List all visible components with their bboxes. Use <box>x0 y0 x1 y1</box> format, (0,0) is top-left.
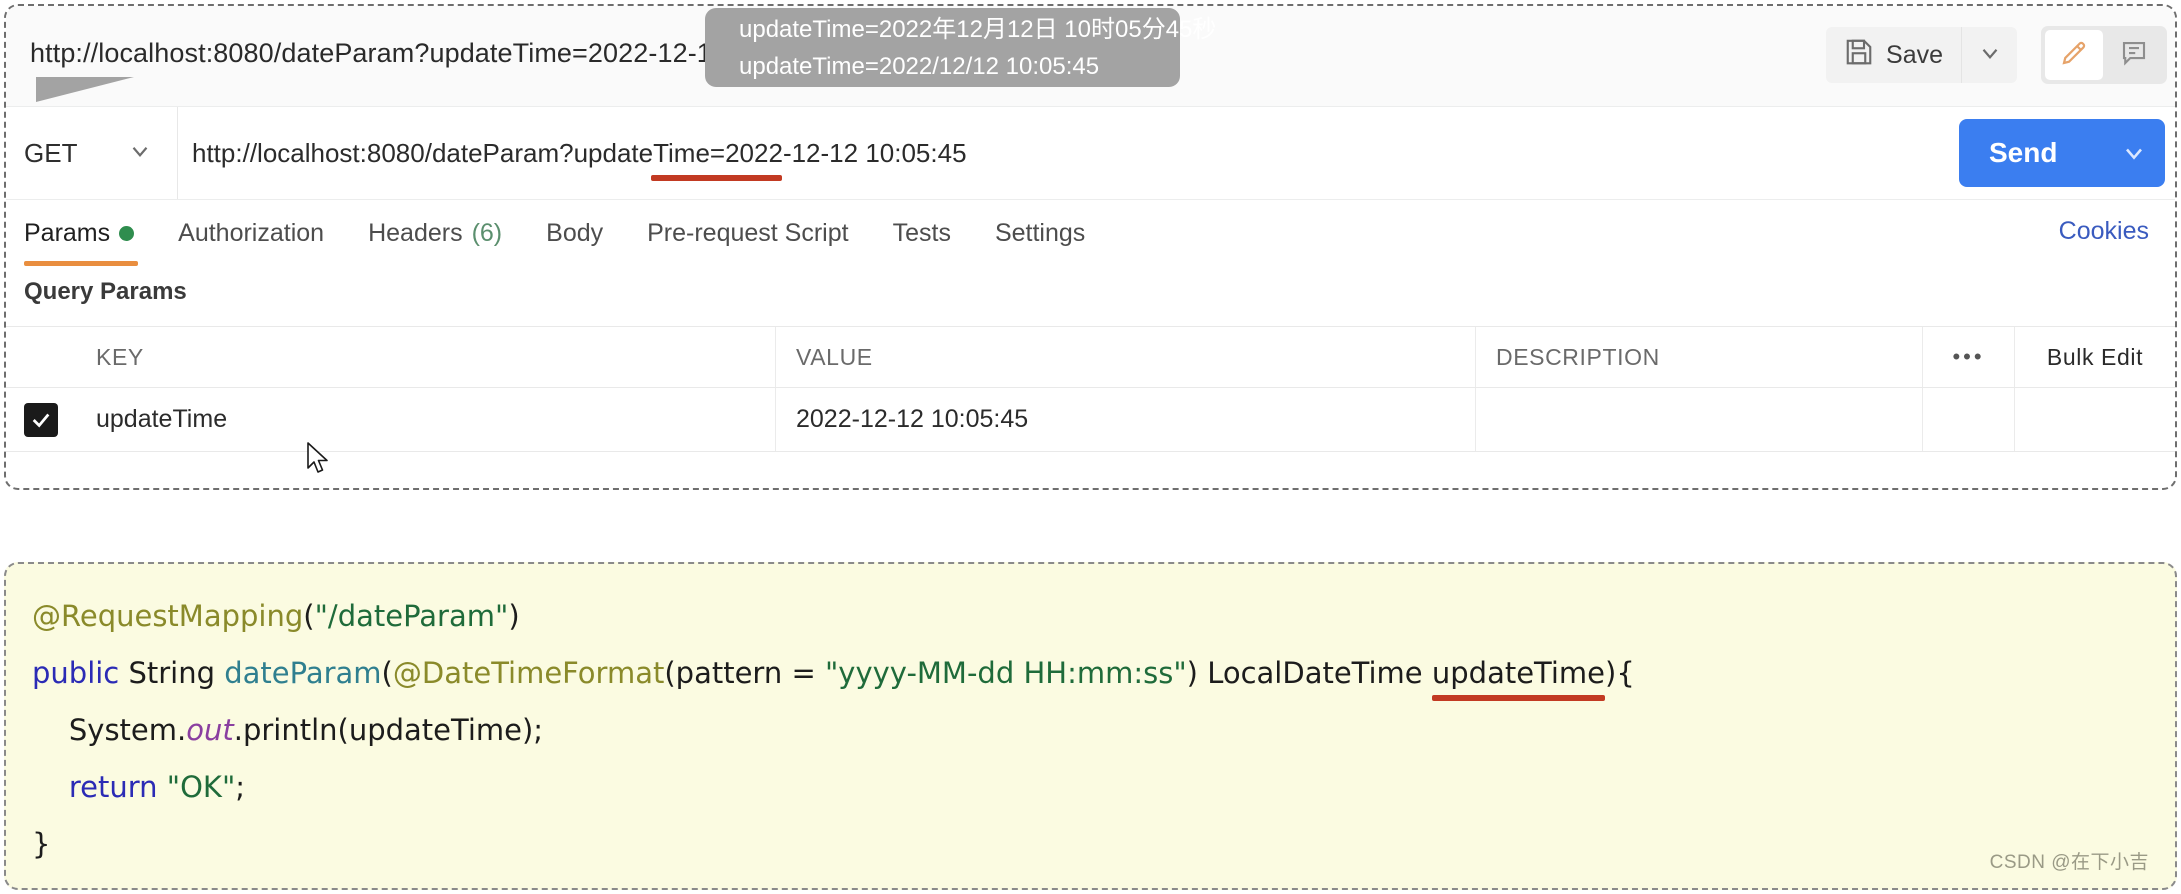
code-keyword-return: return <box>32 770 167 804</box>
tab-authorization-label: Authorization <box>178 218 325 247</box>
send-button-group[interactable]: Send <box>1959 119 2165 187</box>
save-dropdown-button[interactable] <box>1961 27 2017 83</box>
tab-body-label: Body <box>546 218 604 247</box>
code-paren-open-1: ( <box>303 599 315 633</box>
request-tabs-list: Params Authorization Headers (6) Body Pr… <box>24 200 1107 266</box>
pencil-icon <box>2059 38 2089 73</box>
row-checkbox[interactable] <box>24 402 58 437</box>
java-code-panel: @RequestMapping("/dateParam") public Str… <box>4 562 2177 890</box>
table-options-button[interactable]: ••• <box>1923 327 2015 387</box>
chevron-down-icon <box>1977 40 2003 71</box>
floppy-disk-icon <box>1844 37 1874 74</box>
column-header-description: DESCRIPTION <box>1476 327 1923 387</box>
save-button[interactable]: Save <box>1826 27 1961 83</box>
save-button-group: Save <box>1826 27 2017 83</box>
code-pattern-label: (pattern = <box>664 656 825 690</box>
code-annotation-requestmapping: @RequestMapping <box>32 599 304 633</box>
comments-button[interactable] <box>2105 30 2163 80</box>
code-method-name: dateParam <box>224 656 382 690</box>
tab-headers-count: (6) <box>471 218 503 247</box>
callout-line-1: updateTime=2022年12月12日 10时05分45秒 <box>739 16 1217 43</box>
code-system-prefix: System. <box>32 713 187 747</box>
cookies-link[interactable]: Cookies <box>2059 217 2149 246</box>
table-header-row: KEY VALUE DESCRIPTION ••• Bulk Edit <box>6 326 2175 388</box>
bulk-edit-button[interactable]: Bulk Edit <box>2015 327 2175 387</box>
chevron-down-icon <box>127 138 153 169</box>
url-updatetime-annotation-underline <box>651 175 782 181</box>
table-row: updateTime 2022-12-12 10:05:45 <box>6 388 2175 452</box>
url-input[interactable]: http://localhost:8080/dateParam?updateTi… <box>182 107 1945 199</box>
tab-tests[interactable]: Tests <box>871 200 973 266</box>
code-paren-open-2: ( <box>381 656 393 690</box>
http-method-label: GET <box>24 137 78 168</box>
callout-line-2: updateTime=2022/12/12 10:05:45 <box>739 53 1100 80</box>
tab-params-label: Params <box>24 218 111 247</box>
column-header-value: VALUE <box>776 327 1476 387</box>
code-type-localdatetime: ) LocalDateTime <box>1186 656 1432 690</box>
tab-authorization[interactable]: Authorization <box>156 200 346 266</box>
row-description-input[interactable] <box>1476 388 1923 451</box>
screenshot-root: http://localhost:8080/dateParam?updateTi… <box>0 0 2181 894</box>
tab-params[interactable]: Params <box>24 200 156 266</box>
tab-pre-request-script-label: Pre-request Script <box>647 218 849 247</box>
view-mode-toggle <box>2041 26 2167 84</box>
send-button-label: Send <box>1989 137 2058 168</box>
watermark: CSDN @在下小吉 <box>1989 852 2149 873</box>
http-method-select[interactable]: GET <box>6 107 178 199</box>
row-key-input[interactable]: updateTime <box>76 388 776 451</box>
tab-settings-label: Settings <box>994 218 1086 247</box>
url-bar: GET http://localhost:8080/dateParam?upda… <box>6 107 2175 200</box>
code-string-pattern: "yyyy-MM-dd HH:mm:ss" <box>824 656 1187 690</box>
comment-icon <box>2119 38 2149 73</box>
code-println-call: .println(updateTime); <box>233 713 544 747</box>
more-options-icon: ••• <box>1952 344 1985 369</box>
code-brace-close: } <box>32 827 51 861</box>
tab-pre-request-script[interactable]: Pre-request Script <box>625 200 870 266</box>
code-semicolon: ; <box>235 770 246 804</box>
row-checkbox-cell <box>6 388 76 451</box>
tab-headers[interactable]: Headers (6) <box>346 200 524 266</box>
code-keyword-public: public <box>32 656 120 690</box>
code-string-ok: "OK" <box>166 770 236 804</box>
query-params-table: KEY VALUE DESCRIPTION ••• Bulk Edit upda… <box>6 326 2175 452</box>
query-params-caption: Query Params <box>24 278 187 305</box>
code-type-string: String <box>119 656 225 690</box>
column-header-key: KEY <box>76 327 776 387</box>
row-value-input[interactable]: 2022-12-12 10:05:45 <box>776 388 1476 451</box>
tab-tests-label: Tests <box>892 218 951 247</box>
send-dropdown-button[interactable] <box>2103 139 2165 167</box>
save-button-label: Save <box>1886 40 1943 69</box>
code-annotation-datetimeformat: @DateTimeFormat <box>392 656 665 690</box>
tab-settings[interactable]: Settings <box>973 200 1107 266</box>
header-actions: Save <box>1826 26 2167 84</box>
code-paren-close-1: ) <box>508 599 520 633</box>
tab-body[interactable]: Body <box>524 200 625 266</box>
code-field-out: out <box>186 713 234 747</box>
url-input-value: http://localhost:8080/dateParam?updateTi… <box>192 137 967 168</box>
params-present-dot-icon <box>119 225 135 241</box>
code-string-path: "/dateParam" <box>314 599 509 633</box>
code-brace-open: ){ <box>1605 656 1635 690</box>
code-param-updatetime: updateTime <box>1431 656 1606 690</box>
tab-headers-label: Headers <box>368 218 463 247</box>
header-checkbox-cell <box>6 327 76 387</box>
callout-tail <box>36 77 134 102</box>
request-tabs: Params Authorization Headers (6) Body Pr… <box>6 200 2175 266</box>
console-output-callout: updateTime=2022年12月12日 10时05分45秒 updateT… <box>705 8 1217 87</box>
row-options-cell <box>1923 388 2015 451</box>
row-trailing-cell <box>2015 388 2175 451</box>
edit-description-button[interactable] <box>2045 30 2103 80</box>
java-code-block: @RequestMapping("/dateParam") public Str… <box>32 588 1635 873</box>
